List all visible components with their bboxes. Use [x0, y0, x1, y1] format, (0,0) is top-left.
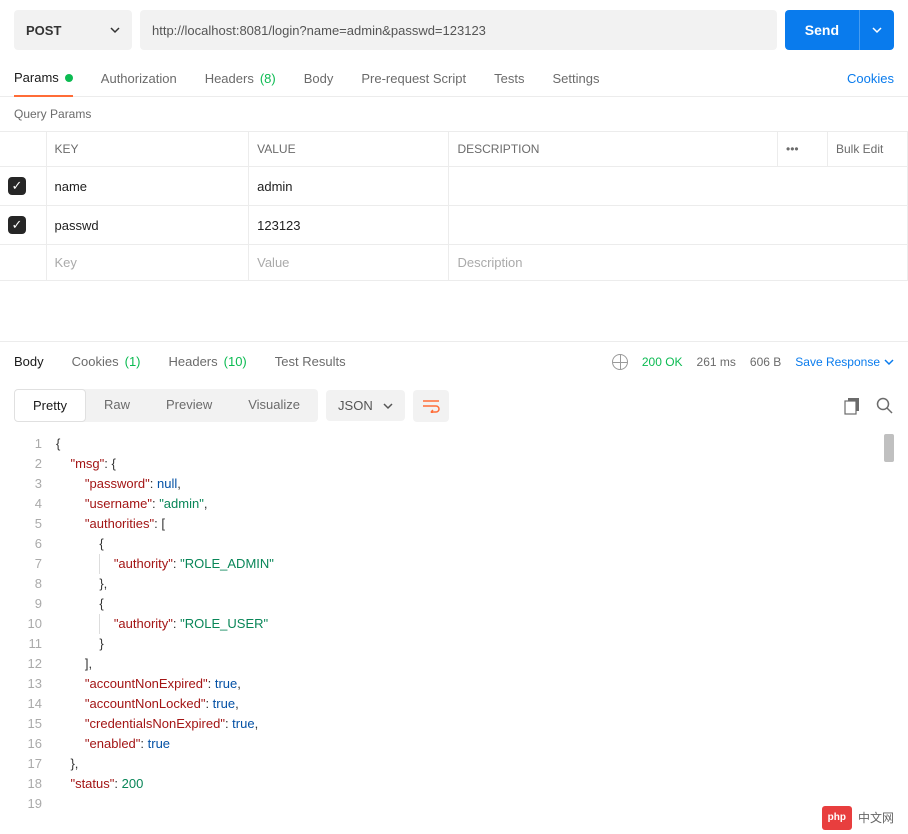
- row-checkbox[interactable]: ✓: [8, 177, 26, 195]
- view-pretty[interactable]: Pretty: [14, 389, 86, 422]
- table-header-row: KEY VALUE DESCRIPTION ••• Bulk Edit: [0, 132, 908, 167]
- response-body[interactable]: 12345678910111213141516171819 { "msg": {…: [0, 430, 908, 834]
- tab-params[interactable]: Params: [14, 60, 73, 97]
- params-active-dot: [65, 74, 73, 82]
- tab-headers[interactable]: Headers (8): [205, 61, 276, 96]
- scrollbar-thumb[interactable]: [884, 434, 894, 462]
- row-checkbox[interactable]: ✓: [8, 216, 26, 234]
- http-method-label: POST: [26, 23, 61, 38]
- table-row: ✓ passwd 123123: [0, 206, 908, 245]
- query-params-table: KEY VALUE DESCRIPTION ••• Bulk Edit ✓ na…: [0, 131, 908, 281]
- line-gutter: 12345678910111213141516171819: [0, 434, 56, 814]
- send-button[interactable]: Send: [785, 10, 894, 50]
- format-select[interactable]: JSON: [326, 390, 405, 421]
- status-time: 261 ms: [697, 355, 736, 369]
- resp-tab-headers[interactable]: Headers (10): [169, 342, 247, 381]
- resp-tab-cookies[interactable]: Cookies (1): [72, 342, 141, 381]
- param-key-cell[interactable]: name: [46, 167, 249, 206]
- url-input[interactable]: [140, 10, 777, 50]
- wrap-lines-button[interactable]: [413, 390, 449, 422]
- globe-icon[interactable]: [612, 354, 628, 370]
- view-mode-pill: Pretty Raw Preview Visualize: [14, 389, 318, 422]
- table-row-new: Key Value Description: [0, 245, 908, 281]
- param-desc-cell[interactable]: [449, 167, 908, 206]
- more-actions[interactable]: •••: [778, 132, 828, 167]
- param-key-cell[interactable]: Key: [46, 245, 249, 281]
- query-params-label: Query Params: [0, 97, 908, 131]
- chevron-down-icon: [872, 25, 882, 35]
- search-icon[interactable]: [876, 397, 894, 415]
- send-button-label: Send: [785, 22, 859, 38]
- view-raw[interactable]: Raw: [86, 389, 148, 422]
- chevron-down-icon: [884, 357, 894, 367]
- status-size: 606 B: [750, 355, 781, 369]
- code-content[interactable]: { "msg": { "password": null, "username":…: [56, 434, 908, 814]
- http-method-select[interactable]: POST: [14, 10, 132, 50]
- param-desc-cell[interactable]: [449, 206, 908, 245]
- chevron-down-icon: [110, 25, 120, 35]
- bulk-edit-button[interactable]: Bulk Edit: [828, 132, 908, 167]
- copy-icon[interactable]: [844, 397, 862, 415]
- resp-tab-test-results[interactable]: Test Results: [275, 342, 346, 381]
- tab-body[interactable]: Body: [304, 61, 334, 96]
- resp-tab-body[interactable]: Body: [14, 342, 44, 381]
- wrap-icon: [422, 399, 440, 413]
- param-desc-cell[interactable]: Description: [449, 245, 908, 281]
- tab-settings[interactable]: Settings: [552, 61, 599, 96]
- tab-authorization[interactable]: Authorization: [101, 61, 177, 96]
- chevron-down-icon: [383, 401, 393, 411]
- send-dropdown[interactable]: [859, 10, 894, 50]
- view-preview[interactable]: Preview: [148, 389, 230, 422]
- watermark: php 中文网: [822, 806, 894, 830]
- tab-prerequest[interactable]: Pre-request Script: [361, 61, 466, 96]
- param-value-cell[interactable]: 123123: [249, 206, 449, 245]
- save-response-button[interactable]: Save Response: [795, 355, 894, 369]
- view-visualize[interactable]: Visualize: [230, 389, 318, 422]
- tab-tests[interactable]: Tests: [494, 61, 524, 96]
- cookies-link[interactable]: Cookies: [847, 61, 894, 96]
- param-key-cell[interactable]: passwd: [46, 206, 249, 245]
- table-row: ✓ name admin: [0, 167, 908, 206]
- param-value-cell[interactable]: admin: [249, 167, 449, 206]
- param-value-cell[interactable]: Value: [249, 245, 449, 281]
- status-code: 200 OK: [642, 355, 683, 369]
